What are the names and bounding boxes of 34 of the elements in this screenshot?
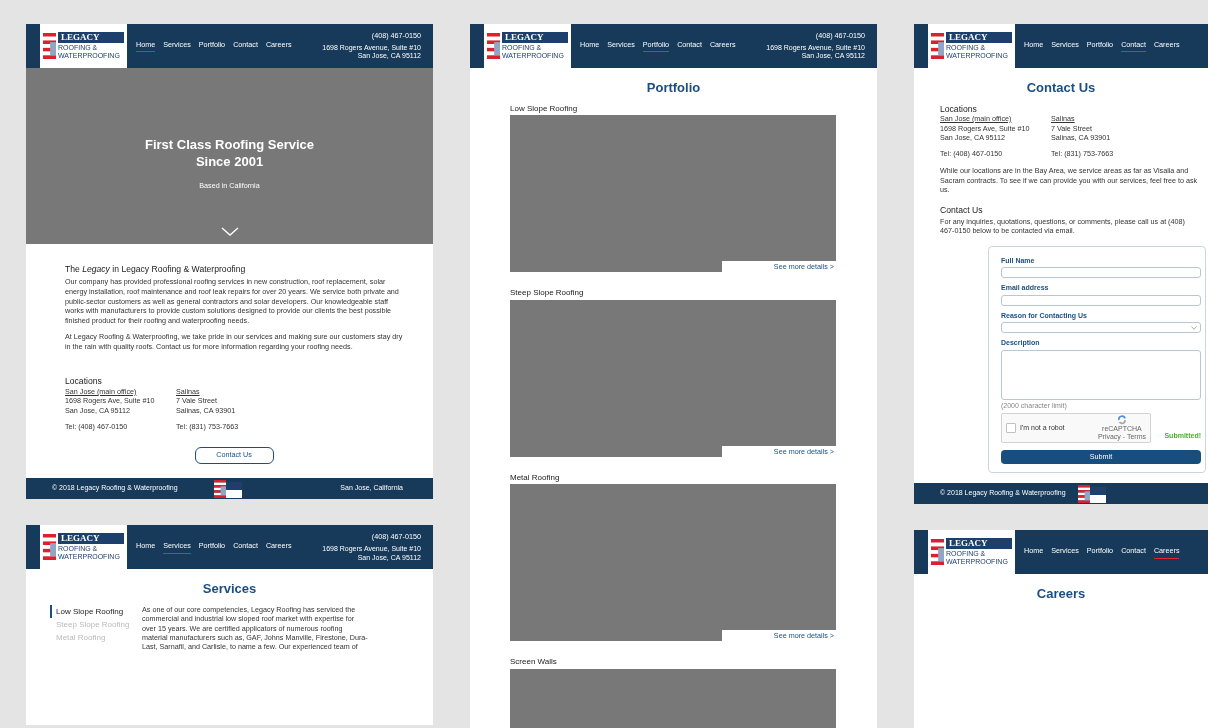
flag-icon	[487, 33, 500, 59]
logo-wordmark: LEGACY	[946, 538, 1012, 550]
section-heading: Contact Us	[940, 204, 984, 215]
service-tab[interactable]: Low Slope Roofing	[50, 604, 132, 618]
section-heading: Screen Walls	[510, 657, 558, 667]
chevron-down-icon	[1191, 325, 1197, 330]
section-heading: Low Slope Roofing	[510, 103, 579, 114]
select-field[interactable]	[1001, 322, 1201, 334]
chevron-down-icon	[220, 227, 239, 236]
section-heading: Locations	[65, 376, 103, 387]
text-area[interactable]	[1001, 349, 1201, 400]
page-title: Portfolio	[645, 80, 702, 96]
logo-wordmark: LEGACY	[58, 32, 124, 43]
input-field[interactable]	[1001, 267, 1201, 279]
section-heading: The Legacy in Legacy Roofing & Waterproofing	[65, 264, 247, 275]
checkbox[interactable]	[1006, 423, 1016, 434]
logo-icon	[213, 479, 242, 498]
flag-icon	[43, 534, 56, 561]
page-title: Contact Us	[1025, 80, 1097, 96]
page-title: Services	[201, 581, 258, 597]
logo-icon	[1077, 484, 1106, 503]
section-heading: Locations	[940, 103, 978, 114]
flag-icon	[931, 539, 944, 566]
flag-icon	[931, 33, 944, 59]
logo-wordmark: LEGACY	[502, 32, 568, 43]
hero-title: First Class Roofing Service Since 2001	[144, 136, 315, 170]
refresh-arrows-icon	[1116, 415, 1127, 426]
flag-icon	[43, 33, 56, 59]
input-field[interactable]	[1001, 294, 1201, 306]
logo-wordmark: LEGACY	[946, 32, 1012, 43]
page-title: Careers	[1035, 586, 1087, 602]
section-heading: Steep Slope Roofing	[510, 288, 585, 298]
section-heading: Metal Roofing	[510, 472, 561, 483]
logo-wordmark: LEGACY	[58, 533, 124, 545]
